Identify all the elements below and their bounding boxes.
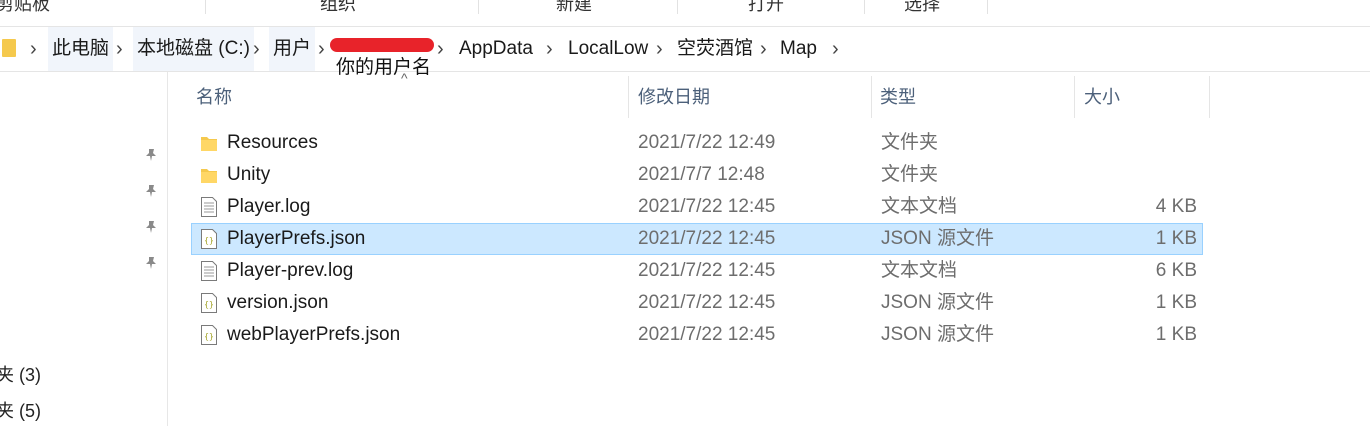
redaction-mark bbox=[330, 38, 434, 52]
file-name: Resources bbox=[227, 132, 318, 153]
chevron-right-icon[interactable]: › bbox=[760, 27, 767, 71]
column-header-date[interactable]: 修改日期 bbox=[638, 75, 710, 119]
breadcrumb-locallow[interactable]: LocalLow bbox=[564, 27, 652, 71]
file-row[interactable]: Unity 2021/7/7 12:48 文件夹 bbox=[191, 159, 1203, 191]
ribbon: 剪贴板 组织 新建 打开 选择 bbox=[0, 0, 1370, 16]
sort-up-icon[interactable]: ^ bbox=[401, 70, 408, 86]
file-size: 1 KB bbox=[1155, 292, 1197, 313]
ribbon-group-clipboard: 剪贴板 bbox=[0, 0, 50, 14]
file-date: 2021/7/22 12:49 bbox=[638, 132, 776, 153]
file-name: PlayerPrefs.json bbox=[227, 228, 366, 249]
ribbon-divider bbox=[478, 0, 479, 14]
chevron-right-icon[interactable]: › bbox=[318, 27, 325, 71]
json-file-icon: {} bbox=[201, 229, 217, 249]
ribbon-group-new: 新建 bbox=[556, 0, 592, 14]
file-type: JSON 源文件 bbox=[881, 228, 994, 249]
address-bar[interactable]: › 此电脑 › 本地磁盘 (C:) › 用户 › › AppData › Loc… bbox=[0, 26, 1370, 72]
pin-icon[interactable] bbox=[144, 184, 158, 198]
breadcrumb-this-pc[interactable]: 此电脑 bbox=[48, 27, 114, 71]
svg-text:{}: {} bbox=[204, 300, 214, 309]
chevron-right-icon[interactable]: › bbox=[437, 27, 444, 71]
ribbon-divider bbox=[205, 0, 206, 14]
chevron-right-icon[interactable]: › bbox=[116, 27, 123, 71]
file-row[interactable]: Player-prev.log 2021/7/22 12:45 文本文档 6 K… bbox=[191, 255, 1203, 287]
file-type: 文件夹 bbox=[881, 132, 939, 153]
ribbon-divider bbox=[987, 0, 988, 14]
nav-item[interactable]: 夹 (5) bbox=[0, 397, 41, 423]
file-size: 4 KB bbox=[1155, 196, 1197, 217]
ribbon-group-open: 打开 bbox=[748, 0, 784, 14]
file-name: Player.log bbox=[227, 196, 311, 217]
file-date: 2021/7/22 12:45 bbox=[638, 260, 776, 281]
ribbon-divider bbox=[677, 0, 678, 14]
chevron-right-icon[interactable]: › bbox=[30, 27, 37, 71]
breadcrumb-map[interactable]: Map bbox=[776, 27, 821, 71]
file-date: 2021/7/22 12:45 bbox=[638, 324, 776, 345]
file-type: 文本文档 bbox=[881, 260, 958, 281]
svg-text:{}: {} bbox=[204, 236, 214, 245]
file-size: 6 KB bbox=[1155, 260, 1197, 281]
breadcrumb-users[interactable]: 用户 bbox=[269, 27, 316, 71]
column-divider[interactable] bbox=[1209, 76, 1210, 118]
nav-item[interactable]: 夹 (3) bbox=[0, 361, 41, 387]
file-name: Player-prev.log bbox=[227, 260, 354, 281]
pin-icon[interactable] bbox=[144, 256, 158, 270]
folder-icon bbox=[201, 167, 217, 183]
navigation-pane: 夹 (3) 夹 (5) bbox=[0, 72, 168, 426]
file-row[interactable]: Player.log 2021/7/22 12:45 文本文档 4 KB bbox=[191, 191, 1203, 223]
column-divider[interactable] bbox=[1074, 76, 1075, 118]
json-file-icon: {} bbox=[201, 293, 217, 313]
chevron-right-icon[interactable]: › bbox=[656, 27, 663, 71]
chevron-right-icon[interactable]: › bbox=[546, 27, 553, 71]
breadcrumb-local-disk[interactable]: 本地磁盘 (C:) bbox=[133, 27, 254, 71]
ribbon-group-select: 选择 bbox=[904, 0, 940, 14]
text-file-icon bbox=[201, 197, 217, 217]
svg-text:{}: {} bbox=[204, 332, 214, 341]
ribbon-group-organize: 组织 bbox=[320, 0, 356, 14]
column-divider[interactable] bbox=[871, 76, 872, 118]
column-header-type[interactable]: 类型 bbox=[880, 75, 916, 119]
file-name: version.json bbox=[227, 292, 329, 313]
file-name: Unity bbox=[227, 164, 271, 185]
json-file-icon: {} bbox=[201, 325, 217, 345]
file-name: webPlayerPrefs.json bbox=[227, 324, 401, 345]
folder-icon bbox=[201, 135, 217, 151]
file-row-selected[interactable]: {} PlayerPrefs.json 2021/7/22 12:45 JSON… bbox=[191, 223, 1203, 255]
folder-icon bbox=[2, 39, 16, 57]
pin-icon[interactable] bbox=[144, 148, 158, 162]
file-type: JSON 源文件 bbox=[881, 292, 994, 313]
chevron-right-icon[interactable]: › bbox=[253, 27, 260, 71]
file-date: 2021/7/22 12:45 bbox=[638, 228, 776, 249]
username-annotation: 你的用户名 bbox=[336, 57, 432, 78]
file-type: 文本文档 bbox=[881, 196, 958, 217]
file-row[interactable]: Resources 2021/7/22 12:49 文件夹 bbox=[191, 127, 1203, 159]
pin-icon[interactable] bbox=[144, 220, 158, 234]
file-date: 2021/7/22 12:45 bbox=[638, 196, 776, 217]
file-date: 2021/7/22 12:45 bbox=[638, 292, 776, 313]
file-size: 1 KB bbox=[1155, 324, 1197, 345]
column-header-name[interactable]: 名称 bbox=[196, 75, 232, 119]
text-file-icon bbox=[201, 261, 217, 281]
ribbon-divider bbox=[864, 0, 865, 14]
breadcrumb-appdata[interactable]: AppData bbox=[455, 27, 537, 71]
chevron-right-icon[interactable]: › bbox=[832, 27, 839, 71]
column-divider[interactable] bbox=[628, 76, 629, 118]
file-size: 1 KB bbox=[1155, 228, 1197, 249]
file-row[interactable]: {} webPlayerPrefs.json 2021/7/22 12:45 J… bbox=[191, 319, 1203, 351]
file-date: 2021/7/7 12:48 bbox=[638, 164, 765, 185]
file-type: JSON 源文件 bbox=[881, 324, 994, 345]
breadcrumb-tavern[interactable]: 空荧酒馆 bbox=[673, 27, 757, 71]
file-type: 文件夹 bbox=[881, 164, 939, 185]
column-header-size[interactable]: 大小 bbox=[1084, 75, 1120, 119]
file-row[interactable]: {} version.json 2021/7/22 12:45 JSON 源文件… bbox=[191, 287, 1203, 319]
